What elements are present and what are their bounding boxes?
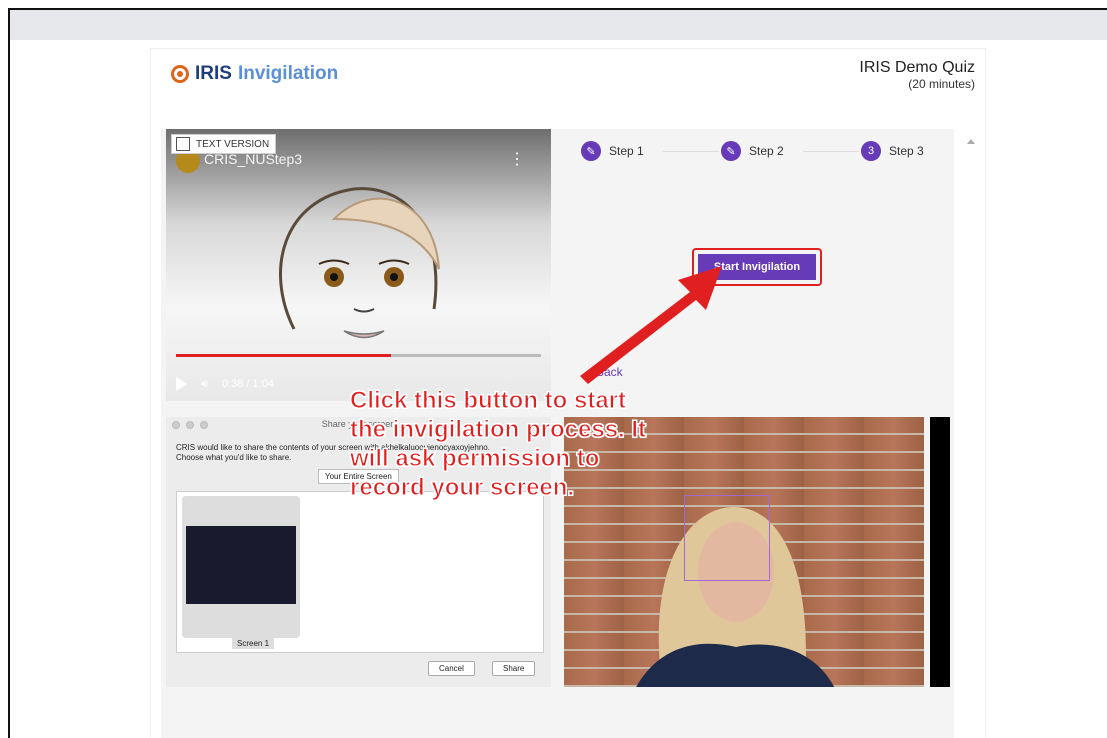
annotation-text: Click this button to start the invigilat… [349,387,647,502]
annotation-arrow [580,266,722,384]
browser-frame: IRIS Invigilation IRIS Demo Quiz (20 min… [8,8,1107,738]
